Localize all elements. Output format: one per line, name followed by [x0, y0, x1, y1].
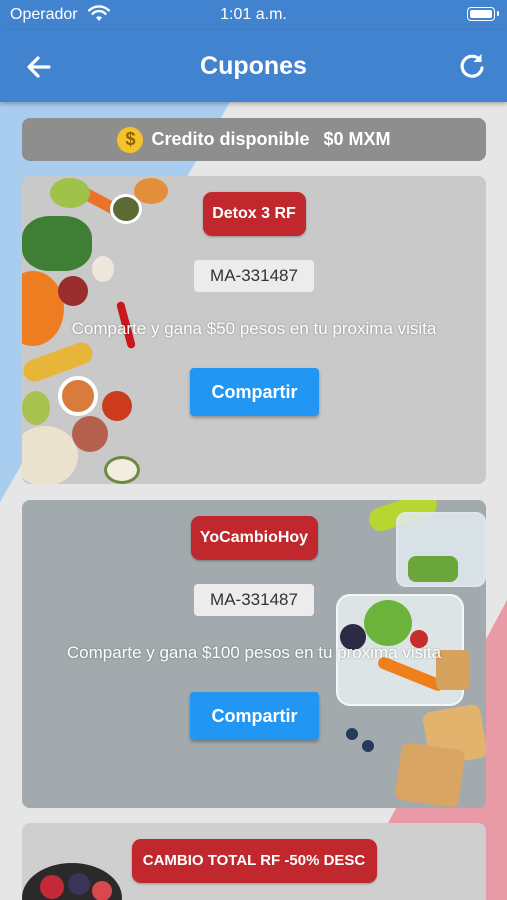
share-button[interactable]: Compartir — [190, 368, 319, 416]
coupon-card: CAMBIO TOTAL RF -50% DESC — [22, 823, 486, 900]
fruit-bowl-image — [22, 863, 132, 900]
coupon-card: Detox 3 RF MA-331487 Comparte y gana $50… — [22, 176, 486, 484]
coupon-code: MA-331487 — [194, 584, 314, 616]
refresh-icon[interactable] — [455, 50, 489, 84]
credit-value: $0 MXM — [323, 129, 391, 149]
battery-icon — [467, 7, 499, 21]
nav-bar: Cupones — [0, 30, 507, 102]
coupon-card: YoCambioHoy MA-331487 Comparte y gana $1… — [22, 500, 486, 808]
status-bar: Operador 1:01 a.m. — [0, 0, 507, 30]
coin-icon: $ — [117, 126, 144, 153]
coupon-description: Comparte y gana $100 pesos en tu proxima… — [66, 643, 442, 662]
share-button[interactable]: Compartir — [190, 692, 319, 740]
credit-label: Credito disponible — [151, 129, 310, 149]
coupon-description: Comparte y gana $50 pesos en tu proxima … — [71, 319, 437, 338]
page-title: Cupones — [200, 52, 307, 80]
credit-bar: $ Credito disponible $0 MXM — [22, 118, 486, 161]
coupon-name-badge: YoCambioHoy — [190, 516, 318, 560]
coupon-code: MA-331487 — [194, 260, 314, 292]
status-time: 1:01 a.m. — [220, 6, 287, 23]
coupon-name-badge: CAMBIO TOTAL RF -50% DESC — [131, 839, 377, 883]
coupon-name-badge: Detox 3 RF — [202, 192, 306, 236]
